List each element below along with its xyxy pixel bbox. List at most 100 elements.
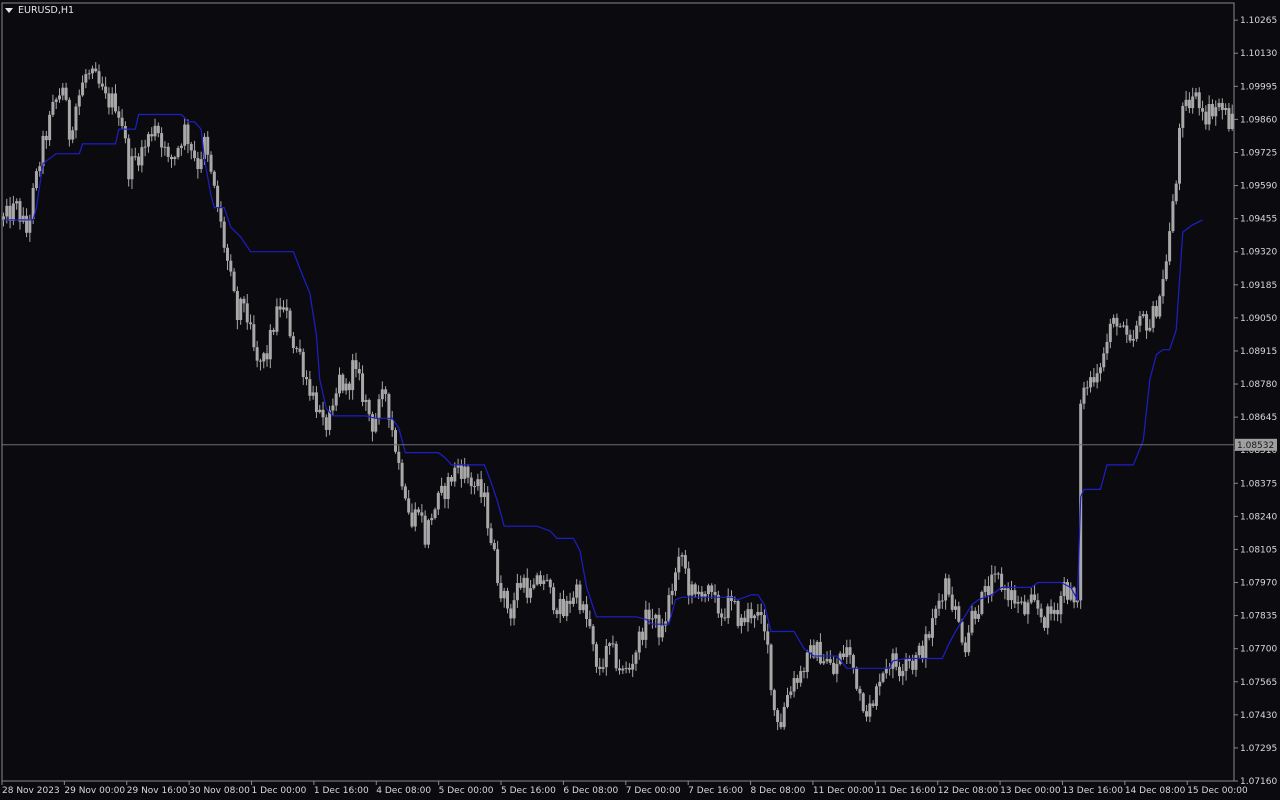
candle-body: [614, 643, 618, 669]
y-tick-label: 1.08240: [1240, 512, 1277, 522]
candle-body: [1220, 102, 1224, 111]
candle-body: [351, 360, 355, 391]
y-tick-label: 1.08780: [1240, 380, 1277, 390]
candle-body: [291, 336, 295, 349]
candle-body: [601, 667, 605, 669]
candle-body: [18, 201, 22, 222]
candle-body: [776, 710, 780, 723]
candle-body: [963, 642, 967, 653]
candle-body: [285, 307, 289, 311]
candle-body: [242, 298, 246, 304]
candle-body: [726, 596, 730, 618]
candle-body: [463, 466, 467, 479]
candle-body: [245, 303, 249, 323]
candle-body: [720, 613, 724, 618]
candle-body: [713, 591, 717, 595]
candle-body: [193, 150, 197, 159]
candle-body: [104, 86, 108, 94]
candle-body: [1033, 594, 1037, 601]
candle-body: [690, 584, 694, 596]
x-tick-label: 6 Dec 08:00: [563, 786, 618, 796]
candle-body: [664, 621, 668, 626]
candle-body: [357, 369, 361, 374]
candle-body: [594, 644, 598, 667]
candle-body: [973, 610, 977, 619]
candle-body: [509, 608, 513, 619]
candle-body: [120, 117, 124, 127]
candle-body: [54, 99, 58, 102]
candle-body: [420, 512, 424, 516]
candle-body: [858, 688, 862, 694]
candle-body: [970, 610, 974, 633]
candle-body: [799, 671, 803, 683]
candle-body: [374, 418, 378, 432]
candle-body: [133, 156, 137, 158]
candle-body: [680, 555, 684, 557]
candle-body: [34, 171, 38, 188]
candle-body: [683, 555, 687, 569]
candle-body: [1181, 106, 1185, 128]
candle-body: [743, 617, 747, 623]
candle-body: [305, 376, 309, 380]
candle-body: [512, 600, 516, 619]
candle-body: [196, 158, 200, 170]
candle-body: [1201, 108, 1205, 112]
candle-body: [598, 666, 602, 669]
candle-body: [252, 324, 256, 348]
candle-body: [466, 466, 470, 478]
x-tick-label: 11 Dec 00:00: [813, 786, 874, 796]
candle-body: [618, 668, 621, 671]
candle-body: [608, 643, 612, 646]
candle-body: [795, 678, 799, 683]
y-tick-label: 1.09050: [1240, 314, 1277, 324]
candle-body: [706, 585, 710, 595]
candle-body: [845, 647, 849, 658]
candle-body: [1085, 387, 1089, 389]
candle-body: [8, 205, 12, 221]
candle-body: [1052, 609, 1056, 614]
candle-body: [410, 512, 414, 527]
candle-body: [736, 601, 740, 626]
y-tick-label: 1.07835: [1240, 612, 1277, 622]
candle-body: [898, 666, 901, 677]
candle-body: [1194, 92, 1198, 97]
candle-body: [282, 307, 285, 310]
candle-body: [1135, 325, 1139, 339]
candle-body: [1092, 377, 1096, 383]
price-chart[interactable]: 1.10265 1.10130 1.09995 1.09860 1.09725 1.095…: [0, 0, 1280, 800]
candle-body: [275, 306, 279, 332]
candle-body: [397, 451, 401, 463]
candle-body: [486, 492, 490, 529]
chart-window[interactable]: 1.10265 1.10130 1.09995 1.09860 1.09725 1.095…: [0, 0, 1280, 800]
candle-body: [578, 584, 582, 611]
candle-body: [1141, 314, 1145, 317]
candle-body: [832, 662, 836, 674]
candle-body: [226, 247, 229, 261]
candle-body: [459, 465, 463, 479]
candle-body: [960, 621, 964, 643]
candle-body: [1029, 594, 1033, 603]
x-tick-label: 15 Dec 00:00: [1187, 786, 1248, 796]
candle-body: [558, 598, 562, 615]
candle-body: [216, 185, 220, 208]
candle-body: [44, 135, 48, 141]
candle-body: [753, 615, 757, 619]
candle-body: [667, 595, 671, 622]
candle-body: [631, 663, 635, 670]
y-tick-label: 1.09590: [1240, 182, 1277, 192]
candle-body: [199, 159, 203, 170]
candle-body: [440, 485, 444, 493]
x-tick-label: 14 Dec 08:00: [1125, 786, 1186, 796]
candle-body: [163, 146, 167, 148]
x-tick-label: 7 Dec 16:00: [688, 786, 743, 796]
candle-body: [25, 215, 29, 233]
candle-body: [262, 353, 266, 362]
candle-body: [179, 145, 183, 148]
candle-body: [585, 604, 589, 620]
candle-body: [71, 130, 75, 140]
candle-body: [766, 631, 770, 645]
candle-body: [21, 215, 25, 222]
y-tick-label: 1.08915: [1240, 347, 1277, 357]
candle-body: [5, 205, 9, 217]
x-tick-label: 1 Dec 00:00: [252, 786, 307, 796]
